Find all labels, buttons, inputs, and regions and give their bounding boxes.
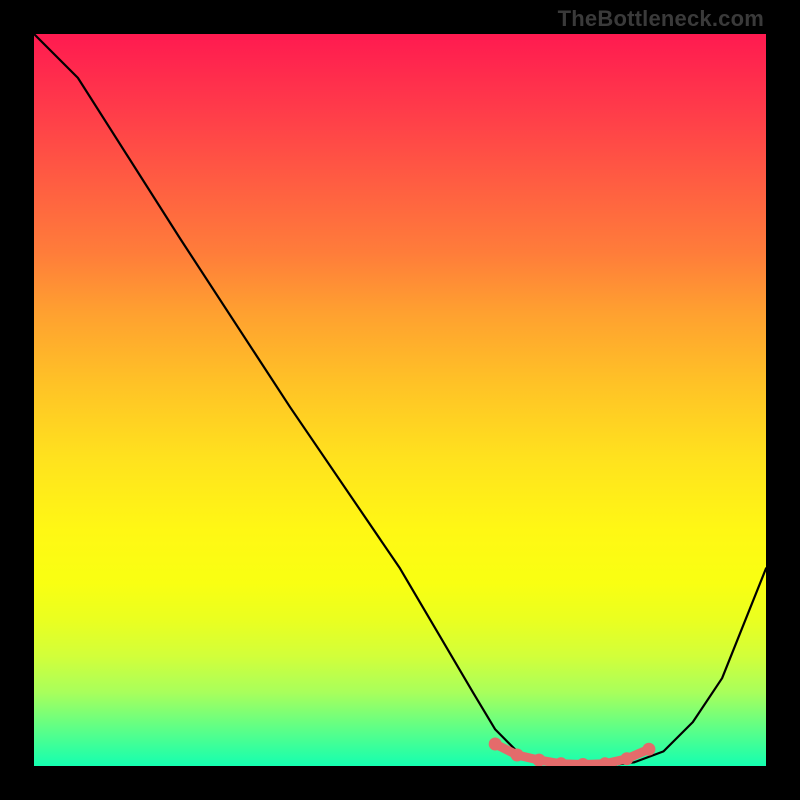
chart-frame: TheBottleneck.com <box>0 0 800 800</box>
marker-point <box>642 743 655 756</box>
marker-point <box>489 738 502 751</box>
curve-path-group <box>34 34 766 766</box>
plot-area <box>34 34 766 766</box>
flat-region-markers <box>489 738 656 767</box>
marker-point <box>533 754 546 766</box>
bottleneck-curve <box>34 34 766 766</box>
curve-svg <box>34 34 766 766</box>
watermark-text: TheBottleneck.com <box>558 6 764 32</box>
marker-point <box>511 749 524 762</box>
marker-point <box>620 752 633 765</box>
marker-point <box>577 758 590 766</box>
